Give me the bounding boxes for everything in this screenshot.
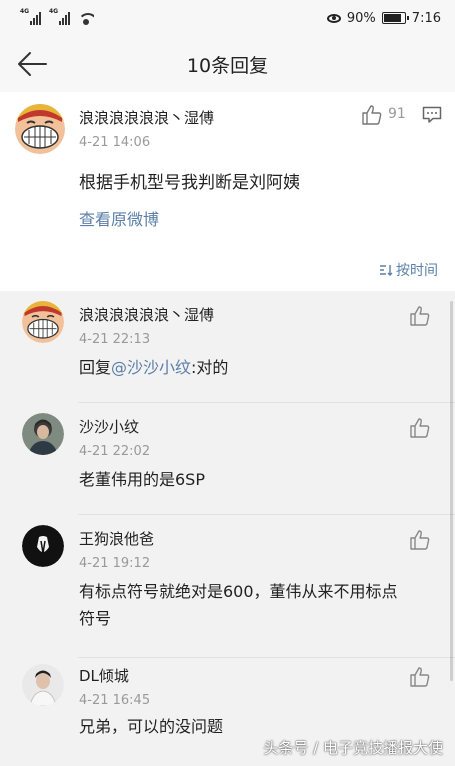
avatar[interactable] [15,104,65,154]
list-item: 王狗浪他爸 4-21 19:12 有标点符号就绝对是600，董伟从来不用标点 符… [0,515,455,658]
reply-text: 兄弟，可以的没问题 [79,717,224,736]
timestamp: 4-21 19:12 [79,556,151,571]
mention-link[interactable]: @沙沙小纹 [111,358,191,377]
signal-icon-2: 4G [49,8,70,25]
thumbs-up-icon[interactable] [361,104,383,126]
eye-comfort-icon [326,13,341,23]
battery-percent: 90% [346,10,376,26]
avatar[interactable] [22,413,64,455]
thumbs-up-icon[interactable] [409,417,431,439]
timestamp: 4-21 16:45 [79,693,151,708]
thumbs-up-icon[interactable] [409,666,431,688]
arrow-left-icon [18,52,47,76]
reply-prefix: 回复 [79,358,112,377]
reply-text-line2: 符号 [79,609,112,628]
list-item: 沙沙小纹 4-21 22:02 老董伟用的是6SP [0,403,455,515]
sim2-label: 4G [49,8,59,15]
clock: 7:16 [411,10,441,26]
scrollbar[interactable] [450,301,453,681]
title-bar: 10条回复 [0,36,455,92]
comment-icon[interactable] [422,106,442,124]
wifi-icon [78,11,94,25]
page-title: 10条回复 [186,54,269,77]
avatar[interactable] [22,525,64,567]
timestamp: 4-21 22:13 [79,332,151,347]
thumbs-up-icon[interactable] [409,305,431,327]
sort-label: 按时间 [396,263,438,279]
avatar[interactable] [22,664,64,706]
signal-icon: 4G [20,8,41,25]
list-item: 浪浪浪浪浪浪丶湿傅 4-21 22:13 回复@沙沙小纹:对的 [0,291,455,403]
username[interactable]: 浪浪浪浪浪浪丶湿傅 [79,304,214,325]
username[interactable]: 浪浪浪浪浪浪丶湿傅 [79,107,214,128]
thumbs-up-icon[interactable] [409,529,431,551]
avatar[interactable] [22,301,64,343]
view-original-link[interactable]: 查看原微博 [79,205,159,235]
like-count: 91 [388,106,406,122]
back-button[interactable] [14,48,54,80]
reply-text: 老董伟用的是6SP [79,470,205,489]
watermark: 头条号 / 电子竞技播报大使 [263,739,443,757]
main-comment: 浪浪浪浪浪浪丶湿傅 4-21 14:06 91 根据手机型号我判断是刘阿姨 查看… [0,92,455,291]
username[interactable]: DL倾城 [79,665,129,686]
sort-by-time-button[interactable]: 按时间 [379,260,438,280]
username[interactable]: 王狗浪他爸 [79,528,154,549]
reply-body: :对的 [191,358,229,377]
sim1-label: 4G [20,8,30,15]
reply-text-line1: 有标点符号就绝对是600，董伟从来不用标点 [79,582,398,601]
status-bar: 4G 4G 90% 7:16 [0,0,455,36]
reply-list: 浪浪浪浪浪浪丶湿傅 4-21 22:13 回复@沙沙小纹:对的 沙沙小纹 4-2… [0,291,455,766]
comment-text: 根据手机型号我判断是刘阿姨 [79,173,300,193]
battery-icon [381,12,409,24]
username[interactable]: 沙沙小纹 [79,416,139,437]
timestamp: 4-21 14:06 [79,135,151,150]
reply-text: 回复@沙沙小纹:对的 [79,353,228,383]
timestamp: 4-21 22:02 [79,444,151,459]
sort-icon [380,265,393,276]
